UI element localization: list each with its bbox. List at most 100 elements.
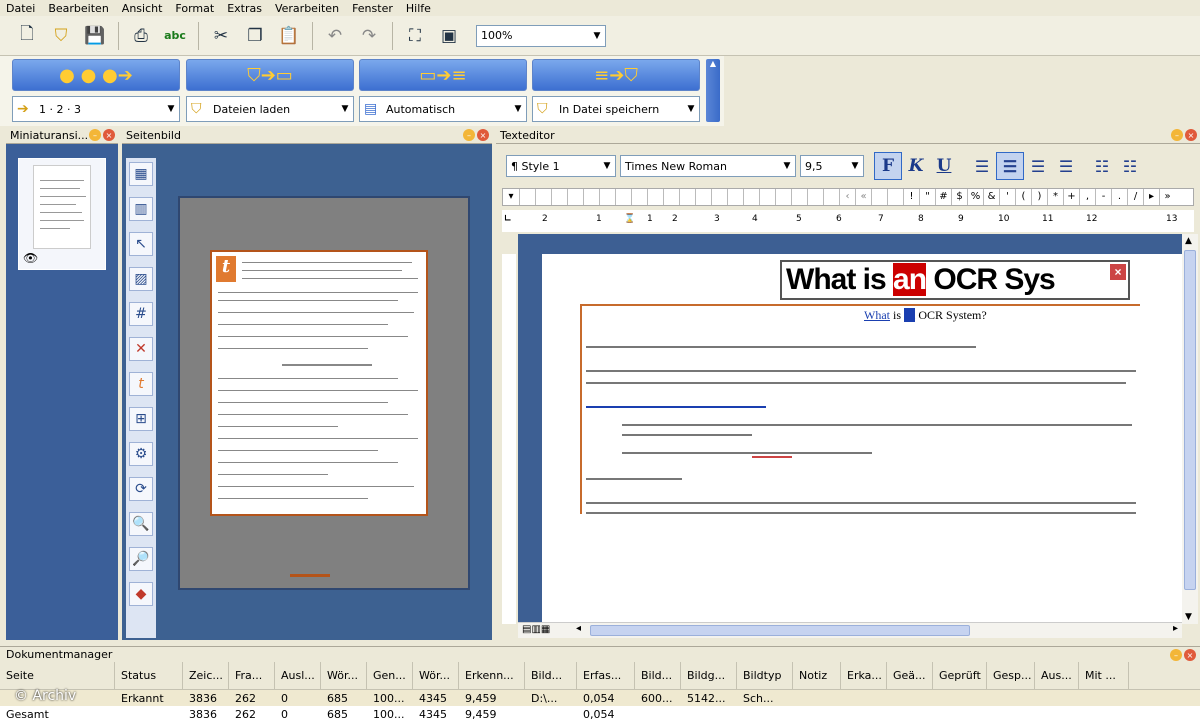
print-icon[interactable]: ⎙ xyxy=(126,20,156,52)
chevron-down-icon[interactable]: ▼ xyxy=(599,156,615,176)
chevron-down-icon[interactable]: ▼ xyxy=(337,99,353,119)
column-header[interactable]: Bild... xyxy=(525,661,577,690)
chevron-down-icon[interactable]: ▼ xyxy=(779,156,795,176)
column-header[interactable]: Geä... xyxy=(887,661,933,690)
bold-button[interactable]: F xyxy=(874,152,902,180)
column-header[interactable]: Aus... xyxy=(1035,661,1079,690)
char-button[interactable]: * xyxy=(1047,189,1063,205)
char-button[interactable]: ) xyxy=(1031,189,1047,205)
redo-icon[interactable]: ↷ xyxy=(354,20,384,52)
scrollbar-thumb[interactable] xyxy=(1184,250,1196,590)
horizontal-scrollbar[interactable]: ▤▥▦ ◂ ▸ xyxy=(518,622,1182,638)
menu-datei[interactable]: Datei xyxy=(6,2,35,15)
image-icon[interactable]: ▣ xyxy=(434,20,464,52)
char-button[interactable]: ! xyxy=(903,189,919,205)
close-icon[interactable]: × xyxy=(1185,129,1197,141)
scroll-first-icon[interactable]: « xyxy=(855,189,871,205)
column-header[interactable]: Erfas... xyxy=(577,661,635,690)
menu-fenster[interactable]: Fenster xyxy=(352,2,393,15)
steps-icon[interactable]: ● ● ●➔ xyxy=(12,59,180,91)
scroll-left-icon[interactable]: ◂ xyxy=(576,623,581,634)
align-left-icon[interactable]: ☰ xyxy=(968,152,996,180)
table-row[interactable]: Gesamt 3836 262 0 685 100... 4345 9,459 0,054 xyxy=(0,706,1200,720)
view-mode-icon[interactable]: ▤▥▦ xyxy=(522,624,550,635)
chevron-down-icon[interactable]: ▼ xyxy=(683,99,699,119)
vertical-scrollbar[interactable]: ▲ ▼ xyxy=(1182,234,1198,624)
char-button[interactable]: % xyxy=(967,189,983,205)
char-button[interactable]: ' xyxy=(999,189,1015,205)
char-button[interactable]: + xyxy=(1063,189,1079,205)
chevron-down-icon[interactable]: ▼ xyxy=(589,26,605,46)
cut-icon[interactable]: ✂ xyxy=(206,20,236,52)
color-picker-icon[interactable]: ◆ xyxy=(129,582,153,606)
menu-bearbeiten[interactable]: Bearbeiten xyxy=(48,2,108,15)
layout-icon[interactable]: ▦ xyxy=(129,162,153,186)
column-header[interactable]: Bildg... xyxy=(681,661,737,690)
column-header[interactable]: Bildtyp xyxy=(737,661,793,690)
zoom-select[interactable]: 100% ▼ xyxy=(476,24,606,47)
minimize-icon[interactable]: – xyxy=(1171,129,1183,141)
load-files-icon[interactable]: ⛉➔▭ xyxy=(186,59,354,91)
menu-hilfe[interactable]: Hilfe xyxy=(406,2,431,15)
recognize-text-icon[interactable]: ⚙ xyxy=(129,442,153,466)
close-icon[interactable]: × xyxy=(1110,264,1126,280)
close-icon[interactable]: × xyxy=(1184,649,1196,661)
select-pointer-icon[interactable]: ↖ xyxy=(129,232,153,256)
tab-stop-icon[interactable]: ∟ xyxy=(504,214,512,224)
column-header[interactable]: Wör... xyxy=(413,661,459,690)
workflow-select-2[interactable]: ⛉ Dateien laden ▼ xyxy=(186,96,354,122)
recognize-icon[interactable]: ▭➔≡ xyxy=(359,59,527,91)
scroll-right-icon[interactable]: ▸ xyxy=(1173,623,1178,634)
open-icon[interactable]: ⛉ xyxy=(46,20,76,52)
workflow-select-3[interactable]: ▤ Automatisch ▼ xyxy=(359,96,527,122)
column-header[interactable]: Mit ... xyxy=(1079,661,1129,690)
delete-area-icon[interactable]: ✕ xyxy=(129,337,153,361)
scroll-left-icon[interactable]: ‹ xyxy=(839,189,855,205)
scrollbar-thumb[interactable] xyxy=(590,625,970,636)
align-center-icon[interactable]: ☰ xyxy=(996,152,1024,180)
char-button[interactable]: , xyxy=(1079,189,1095,205)
char-button[interactable]: # xyxy=(935,189,951,205)
area-picture-icon[interactable]: ▨ xyxy=(129,267,153,291)
minimize-icon[interactable]: – xyxy=(463,129,475,141)
italic-button[interactable]: K xyxy=(902,152,930,180)
table-area-icon[interactable]: # xyxy=(129,302,153,326)
page-image-canvas[interactable]: t xyxy=(178,196,470,590)
align-justify-icon[interactable]: ☰ xyxy=(1052,152,1080,180)
column-header[interactable]: Geprüft xyxy=(933,661,987,690)
chevron-down-icon[interactable]: ▼ xyxy=(163,99,179,119)
char-button[interactable]: - xyxy=(1095,189,1111,205)
menu-format[interactable]: Format xyxy=(175,2,214,15)
zoom-fit-icon[interactable]: ⛶ xyxy=(400,20,430,52)
menu-verarbeiten[interactable]: Verarbeiten xyxy=(275,2,339,15)
column-header[interactable]: Notiz xyxy=(793,661,841,690)
column-header[interactable]: Wör... xyxy=(321,661,367,690)
undo-icon[interactable]: ↶ xyxy=(320,20,350,52)
char-button[interactable]: $ xyxy=(951,189,967,205)
indent-marker-icon[interactable]: ⌛ xyxy=(624,214,635,224)
close-icon[interactable]: × xyxy=(477,129,489,141)
column-header[interactable]: Status xyxy=(115,661,183,690)
style-select[interactable]: ¶ Style 1 ▼ xyxy=(506,155,616,177)
chevron-down-icon[interactable]: ▼ xyxy=(510,99,526,119)
chevron-down-icon[interactable]: ▾ xyxy=(503,189,519,205)
layout-alt-icon[interactable]: ▥ xyxy=(129,197,153,221)
horizontal-ruler[interactable]: ∟ 2 1 ⌛ 1 2 3 4 5 6 7 8 9 10 11 12 13 xyxy=(502,210,1194,232)
bullet-list-icon[interactable]: ☷ xyxy=(1088,152,1116,180)
page-thumbnail[interactable]: 👁 xyxy=(18,158,106,270)
text-area-icon[interactable]: t xyxy=(129,372,153,396)
scroll-up-icon[interactable]: ▲ xyxy=(1185,236,1192,246)
chevron-down-icon[interactable]: ▼ xyxy=(847,156,863,176)
char-button[interactable]: ( xyxy=(1015,189,1031,205)
column-header[interactable]: Fra... xyxy=(229,661,275,690)
crop-icon[interactable]: ⊞ xyxy=(129,407,153,431)
workflow-select-1[interactable]: ➔ 1 · 2 · 3 ▼ xyxy=(12,96,180,122)
close-icon[interactable]: × xyxy=(103,129,115,141)
paste-icon[interactable]: 📋 xyxy=(274,20,304,52)
char-button[interactable]: . xyxy=(1111,189,1127,205)
underline-button[interactable]: U xyxy=(930,152,958,180)
char-button[interactable]: " xyxy=(919,189,935,205)
align-right-icon[interactable]: ☰ xyxy=(1024,152,1052,180)
column-header[interactable]: Erkenn... xyxy=(459,661,525,690)
minimize-icon[interactable]: – xyxy=(89,129,101,141)
